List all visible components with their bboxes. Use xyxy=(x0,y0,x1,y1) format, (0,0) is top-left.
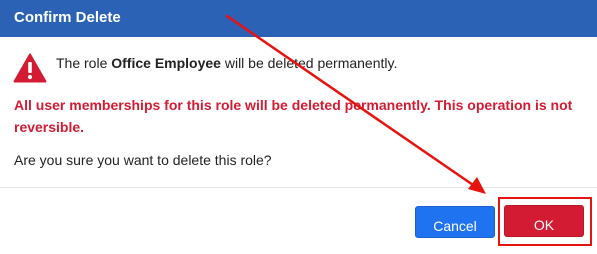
message-suffix: will be deleted permanently. xyxy=(220,55,398,71)
footer-divider xyxy=(0,187,597,188)
confirmation-question: Are you sure you want to delete this rol… xyxy=(14,152,272,168)
warning-triangle-icon xyxy=(13,53,47,83)
warning-message: All user memberships for this role will … xyxy=(14,97,573,135)
annotation-highlight-box xyxy=(498,197,592,246)
delete-message: The role Office Employee will be deleted… xyxy=(56,55,397,72)
dialog-header: Confirm Delete xyxy=(0,0,597,37)
role-name: Office Employee xyxy=(111,55,221,71)
message-prefix: The role xyxy=(56,55,112,71)
cancel-button[interactable]: Cancel xyxy=(415,206,495,238)
confirm-delete-dialog: Confirm Delete The role Office Employee … xyxy=(0,0,597,254)
dialog-title: Confirm Delete xyxy=(14,9,121,26)
